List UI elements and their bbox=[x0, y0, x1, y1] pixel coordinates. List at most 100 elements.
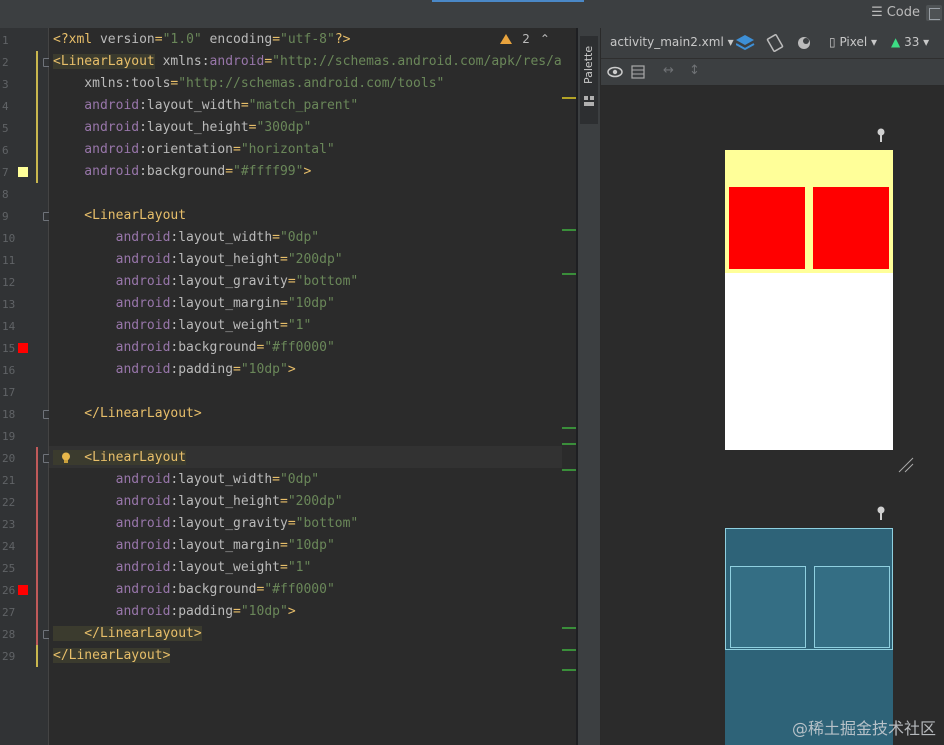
code-line[interactable]: android:background="#ff0000" bbox=[53, 337, 335, 359]
code-line[interactable]: </LinearLayout> bbox=[53, 645, 171, 667]
horizontal-resize-icon[interactable]: ↔ bbox=[663, 63, 674, 78]
code-line[interactable]: </LinearLayout> bbox=[53, 623, 202, 645]
code-line[interactable]: android:padding="10dp"> bbox=[53, 359, 296, 381]
code-line[interactable]: android:layout_height="200dp" bbox=[53, 249, 343, 271]
code-token: :layout_margin bbox=[170, 296, 280, 311]
code-line[interactable]: android:layout_width="0dp" bbox=[53, 227, 320, 249]
code-line[interactable]: <LinearLayout bbox=[53, 447, 187, 469]
file-selector[interactable]: activity_main2.xml ▾ bbox=[610, 35, 734, 49]
code-token: = bbox=[279, 252, 288, 267]
code-token: :layout_gravity bbox=[170, 516, 288, 531]
change-mark bbox=[562, 229, 576, 231]
device-selector[interactable]: ▯ Pixel ▾ bbox=[829, 35, 877, 49]
code-line[interactable]: android:layout_margin="10dp" bbox=[53, 293, 335, 315]
code-line[interactable]: <?xml version="1.0" encoding="utf-8"?> bbox=[53, 29, 350, 51]
code-line[interactable]: <LinearLayout bbox=[53, 205, 186, 227]
line-number: 12 bbox=[2, 276, 16, 289]
code-token: <?xml bbox=[53, 32, 100, 47]
code-token: = bbox=[272, 230, 280, 245]
code-line[interactable]: android:layout_width="match_parent" bbox=[53, 95, 358, 117]
change-mark bbox=[562, 669, 576, 671]
code-token: :background bbox=[170, 582, 257, 597]
code-line[interactable]: android:layout_height="300dp" bbox=[53, 117, 311, 139]
code-token: "#ffff99" bbox=[233, 164, 304, 179]
code-line[interactable]: android:layout_weight="1" bbox=[53, 315, 312, 337]
code-token: :layout_height bbox=[170, 494, 280, 509]
code-token: > bbox=[287, 362, 296, 377]
color-swatch-icon[interactable] bbox=[18, 167, 28, 177]
code-token: = bbox=[272, 472, 280, 487]
code-line[interactable]: android:layout_gravity="bottom" bbox=[53, 513, 359, 535]
blueprint-inner-layout-2[interactable] bbox=[814, 566, 890, 648]
code-token: "http://schemas.android.com/apk/res/an bbox=[272, 54, 570, 69]
lightbulb-icon[interactable] bbox=[61, 449, 71, 463]
code-line[interactable]: android:orientation="horizontal" bbox=[53, 139, 334, 161]
layers-icon[interactable] bbox=[736, 34, 756, 52]
outer-linear-layout[interactable] bbox=[725, 150, 893, 273]
inner-layout-1[interactable] bbox=[729, 187, 805, 269]
blueprint-icon[interactable] bbox=[631, 65, 645, 79]
inner-layout-2[interactable] bbox=[813, 187, 889, 269]
code-line[interactable]: <LinearLayout xmlns:android="http://sche… bbox=[53, 51, 570, 73]
code-token: android bbox=[53, 494, 171, 509]
change-mark bbox=[562, 469, 576, 471]
code-token: "match_parent" bbox=[248, 98, 359, 113]
code-token: = bbox=[279, 560, 288, 575]
code-line[interactable]: android:background="#ff0000" bbox=[53, 579, 335, 601]
code-line[interactable]: android:layout_width="0dp" bbox=[53, 469, 320, 491]
blueprint-outer-layout[interactable] bbox=[725, 528, 893, 650]
code-line[interactable]: android:layout_weight="1" bbox=[53, 557, 312, 579]
code-line[interactable]: android:layout_gravity="bottom" bbox=[53, 271, 359, 293]
code-line[interactable]: android:background="#ffff99"> bbox=[53, 161, 311, 183]
pin-icon[interactable] bbox=[876, 128, 886, 142]
line-number: 24 bbox=[2, 540, 16, 553]
line-number: 28 bbox=[2, 628, 16, 641]
orientation-icon[interactable] bbox=[766, 34, 784, 52]
line-number: 7 bbox=[2, 166, 9, 179]
vertical-resize-icon[interactable]: ↕ bbox=[689, 63, 700, 78]
line-number: 27 bbox=[2, 606, 16, 619]
code-token: </LinearLayout> bbox=[53, 626, 202, 641]
code-token: = bbox=[233, 604, 241, 619]
code-line[interactable]: android:layout_margin="10dp" bbox=[53, 535, 335, 557]
device-selector-label: Pixel bbox=[839, 35, 868, 49]
code-token: <LinearLayout bbox=[53, 54, 155, 69]
code-line[interactable]: xmlns:tools="http://schemas.android.com/… bbox=[53, 73, 444, 95]
resize-handle-icon[interactable] bbox=[897, 456, 915, 474]
editor-inspection-widget[interactable]: 2 ⌃ ⌄ bbox=[500, 32, 570, 46]
api-selector[interactable]: ▲ 33 ▾ bbox=[891, 35, 929, 49]
code-token: :layout_gravity bbox=[170, 274, 288, 289]
code-token: android bbox=[209, 54, 265, 69]
code-token: "10dp" bbox=[287, 538, 335, 553]
blueprint-surface[interactable] bbox=[725, 528, 893, 745]
code-line[interactable]: android:padding="10dp"> bbox=[53, 601, 296, 623]
code-editor[interactable]: 2 ⌃ ⌄ <?xml version="1.0" encoding="utf-… bbox=[49, 28, 576, 745]
code-token: xmlns:tools bbox=[53, 76, 171, 91]
code-token: = bbox=[287, 274, 296, 289]
android-icon: ▲ bbox=[891, 35, 901, 49]
code-line[interactable]: </LinearLayout> bbox=[53, 403, 201, 425]
blueprint-inner-layout-1[interactable] bbox=[730, 566, 806, 648]
pin-icon[interactable] bbox=[876, 506, 886, 520]
code-token: "#ff0000" bbox=[264, 582, 335, 597]
line-number: 8 bbox=[2, 188, 9, 201]
editor-error-stripe[interactable] bbox=[562, 28, 576, 745]
split-view-button[interactable] bbox=[926, 5, 942, 21]
color-swatch-icon[interactable] bbox=[18, 343, 28, 353]
code-token: android bbox=[53, 252, 171, 267]
design-preview-pane: activity_main2.xml ▾ ▯ Pixel ▾ ▲ 33 ▾ ↔ … bbox=[601, 28, 944, 745]
line-number: 14 bbox=[2, 320, 16, 333]
theme-icon[interactable] bbox=[796, 34, 814, 52]
chevron-up-icon[interactable]: ⌃ bbox=[540, 32, 550, 46]
code-line[interactable]: android:layout_height="200dp" bbox=[53, 491, 343, 513]
code-token: = bbox=[248, 120, 257, 135]
code-view-button[interactable]: ☰ Code bbox=[871, 5, 920, 20]
code-token: "bottom" bbox=[295, 274, 359, 289]
color-swatch-icon[interactable] bbox=[18, 585, 28, 595]
code-token: :padding bbox=[170, 604, 234, 619]
code-token: :padding bbox=[170, 362, 234, 377]
eye-icon[interactable] bbox=[607, 65, 623, 79]
palette-tab[interactable]: Palette bbox=[580, 36, 598, 124]
code-token: android bbox=[53, 230, 171, 245]
design-surface[interactable] bbox=[725, 150, 893, 450]
